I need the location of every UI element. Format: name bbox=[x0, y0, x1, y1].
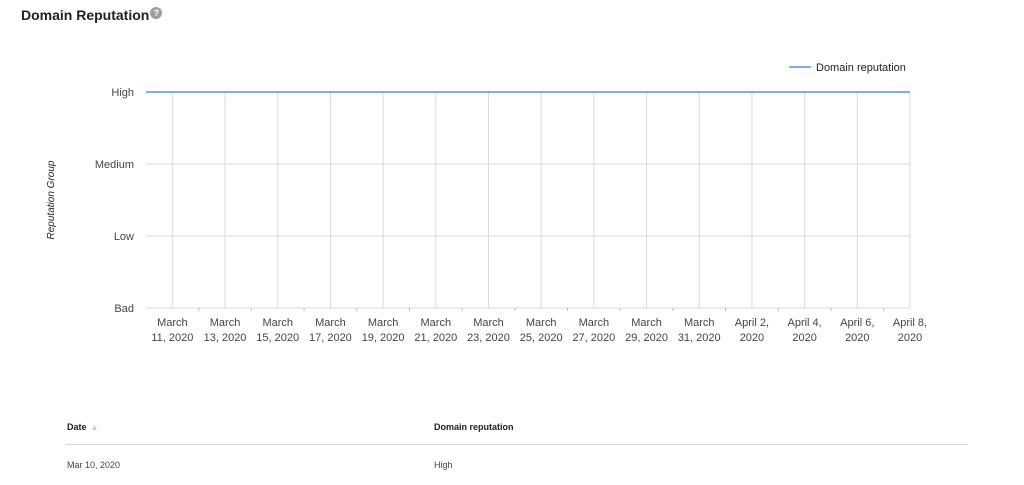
x-tick-label: April 2, 2020 bbox=[735, 317, 769, 344]
x-tick-label: March 19, 2020 bbox=[362, 317, 405, 344]
x-tick-label: March 27, 2020 bbox=[572, 317, 615, 344]
x-tick-label: March 25, 2020 bbox=[520, 317, 563, 344]
y-axis-title: Reputation Group bbox=[46, 160, 57, 239]
x-tick-label: March 17, 2020 bbox=[309, 317, 352, 344]
table-cell-date: Mar 10, 2020 bbox=[67, 460, 121, 470]
column-header-date[interactable]: Date ▲ bbox=[66, 422, 434, 432]
y-tick-label: Medium bbox=[95, 159, 134, 171]
table-cell-domain-reputation: High bbox=[434, 460, 453, 470]
x-tick-label: March 29, 2020 bbox=[625, 317, 668, 344]
y-tick-label: Low bbox=[114, 231, 134, 243]
reputation-table: Date ▲ Domain reputation Mar 10, 2020 Hig… bbox=[66, 410, 968, 485]
x-tick-label: March 31, 2020 bbox=[678, 317, 721, 344]
table-header: Date ▲ Domain reputation bbox=[66, 410, 968, 445]
x-tick-label: March 21, 2020 bbox=[414, 317, 457, 344]
column-header-date-label: Date bbox=[67, 422, 87, 432]
y-tick-label: Bad bbox=[114, 303, 134, 315]
x-tick-label: April 8, 2020 bbox=[893, 317, 927, 344]
column-header-domain-reputation[interactable]: Domain reputation bbox=[434, 422, 968, 432]
legend-label: Domain reputation bbox=[816, 62, 906, 74]
domain-reputation-chart: Bad Low Medium High March 11, 2020 March 13, 20… bbox=[46, 62, 927, 344]
x-tick-label: April 4, 2020 bbox=[787, 317, 821, 344]
table-row: Mar 10, 2020 High bbox=[66, 445, 968, 485]
x-tick-label: March 15, 2020 bbox=[256, 317, 299, 344]
x-tick-label: March 23, 2020 bbox=[467, 317, 510, 344]
x-tick-label: March 13, 2020 bbox=[204, 317, 247, 344]
x-tick-label: March 11, 2020 bbox=[151, 317, 193, 344]
x-tick-label: April 6, 2020 bbox=[840, 317, 874, 344]
sort-ascending-icon[interactable]: ▲ bbox=[91, 423, 99, 432]
y-tick-label: High bbox=[111, 87, 134, 99]
